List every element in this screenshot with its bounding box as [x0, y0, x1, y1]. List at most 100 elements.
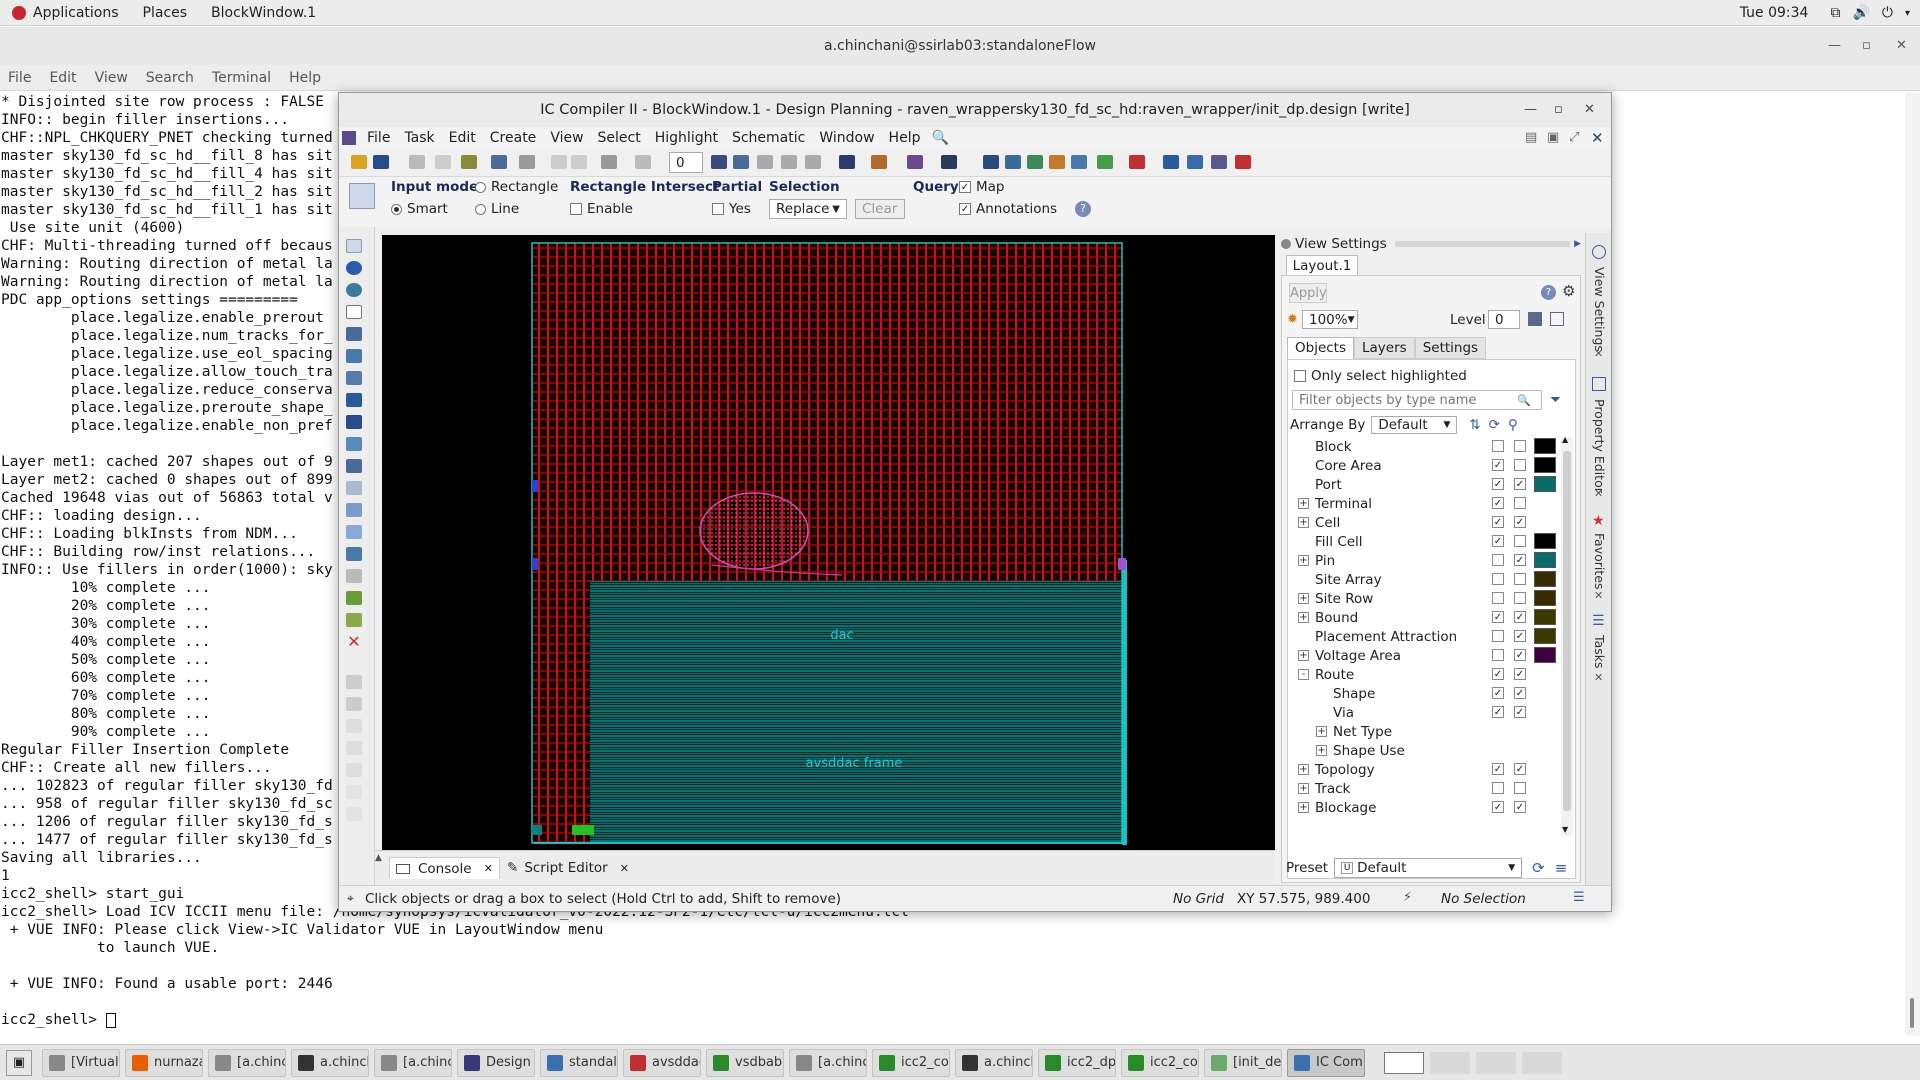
- tab-layout[interactable]: Layout.1: [1286, 255, 1358, 275]
- selectable-checkbox[interactable]: [1514, 782, 1526, 794]
- color-swatch[interactable]: [1534, 552, 1556, 568]
- expand-icon[interactable]: +: [1298, 783, 1309, 794]
- terminal-menu-search[interactable]: Search: [138, 70, 204, 86]
- dock-tasks[interactable]: Tasks: [1592, 635, 1607, 669]
- tree-row[interactable]: Fill Cell ✓: [1294, 532, 1580, 551]
- nav-forward-icon[interactable]: [571, 155, 587, 169]
- icv-icon[interactable]: [1235, 155, 1251, 169]
- tab-layers[interactable]: Layers: [1354, 337, 1415, 359]
- filter-input[interactable]: [1297, 391, 1517, 409]
- color-swatch[interactable]: [1534, 476, 1556, 492]
- taskbar-item[interactable]: a.chinch...: [955, 1048, 1033, 1077]
- expand-icon[interactable]: +: [1298, 498, 1309, 509]
- group-icon[interactable]: [346, 503, 362, 517]
- pattern-icon[interactable]: [346, 569, 362, 583]
- clock[interactable]: Tue 09:34: [1740, 5, 1809, 21]
- close-icon[interactable]: ✕: [1594, 487, 1603, 500]
- refresh-icon[interactable]: ⟳: [1489, 417, 1500, 433]
- visible-checkbox[interactable]: ✓: [1492, 535, 1504, 547]
- line-radio[interactable]: Line: [475, 201, 519, 217]
- terminal-menu-edit[interactable]: Edit: [41, 70, 86, 86]
- measure-icon[interactable]: [346, 785, 362, 799]
- workspace-4[interactable]: [1522, 1051, 1562, 1074]
- zoom-dropdown[interactable]: 100% ▼: [1302, 310, 1358, 329]
- scroll-up-icon[interactable]: ▲: [1562, 435, 1568, 444]
- close-icon[interactable]: ✕: [1594, 347, 1603, 360]
- align-icon[interactable]: [346, 415, 362, 429]
- visible-checkbox[interactable]: ✓: [1492, 668, 1504, 680]
- selectable-checkbox[interactable]: ✓: [1514, 554, 1526, 566]
- close-icon[interactable]: ✕: [1896, 27, 1907, 65]
- sparkle-icon[interactable]: [461, 155, 477, 169]
- network-icon[interactable]: ⧉: [1830, 5, 1840, 21]
- message-icon[interactable]: [839, 155, 855, 169]
- rectangle-tool-icon[interactable]: [346, 305, 362, 319]
- layout-canvas[interactable]: dac avsddac frame: [382, 235, 1275, 850]
- taskbar-item[interactable]: [a.chinc...: [789, 1048, 867, 1077]
- minimize-icon[interactable]: —: [1828, 27, 1841, 65]
- hamburger-icon[interactable]: ≡: [1555, 859, 1568, 877]
- color-swatch[interactable]: [1534, 590, 1556, 606]
- taskbar-item[interactable]: a.chinch...: [291, 1048, 369, 1077]
- taskbar-item[interactable]: [init_de...: [1204, 1048, 1282, 1077]
- scroll-down-icon[interactable]: ▼: [1562, 825, 1568, 834]
- color-swatch[interactable]: [1534, 647, 1556, 663]
- taskbar-item[interactable]: vsdbaby...: [706, 1048, 784, 1077]
- scroll-up-icon[interactable]: ▲: [375, 853, 382, 863]
- list-icon[interactable]: [1211, 155, 1227, 169]
- level-tool-icon[interactable]: [1528, 312, 1542, 326]
- preset-dropdown[interactable]: U Default ▼: [1334, 858, 1523, 878]
- lock-icon[interactable]: [346, 675, 362, 689]
- visible-checkbox[interactable]: ✓: [1492, 687, 1504, 699]
- sort-icon[interactable]: ⇅: [1469, 417, 1480, 433]
- search-icon[interactable]: 🔍: [931, 130, 948, 146]
- brightness-icon[interactable]: ✹: [1287, 312, 1298, 327]
- close-icon[interactable]: ✕: [1594, 671, 1603, 684]
- tree-row[interactable]: Via ✓ ✓: [1294, 703, 1580, 722]
- stretch-icon[interactable]: [346, 349, 362, 363]
- smart-radio[interactable]: Smart: [391, 201, 448, 217]
- menu-highlight[interactable]: Highlight: [648, 130, 725, 146]
- panel-arrow-icon[interactable]: ▶: [1574, 239, 1581, 249]
- rectangle-radio[interactable]: Rectangle: [475, 179, 558, 195]
- chart-icon[interactable]: [907, 155, 923, 169]
- delete-icon[interactable]: [435, 155, 451, 169]
- dock-view-settings[interactable]: View Settings: [1592, 267, 1607, 352]
- tree-row[interactable]: Port ✓ ✓: [1294, 475, 1580, 494]
- view-settings-dock-icon[interactable]: [1592, 245, 1606, 259]
- color-swatch[interactable]: [1534, 438, 1556, 454]
- info-icon[interactable]: [346, 261, 362, 275]
- close-icon[interactable]: ✕: [1584, 93, 1595, 127]
- menu-select[interactable]: Select: [591, 130, 648, 146]
- panel-drag-handle[interactable]: [1394, 241, 1571, 247]
- tab-close-icon[interactable]: ✕: [620, 862, 629, 875]
- visible-checkbox[interactable]: [1492, 573, 1504, 585]
- check-icon[interactable]: [1187, 155, 1203, 169]
- expand-icon[interactable]: +: [1298, 612, 1309, 623]
- status-menu-icon[interactable]: ☰: [1573, 890, 1585, 905]
- apply-button[interactable]: Apply: [1289, 283, 1327, 303]
- help-icon[interactable]: ?: [1075, 201, 1091, 217]
- selectable-checkbox[interactable]: [1514, 573, 1526, 585]
- level-spinbox[interactable]: 0: [669, 152, 703, 173]
- tab-script-editor[interactable]: ✎ Script Editor ✕: [501, 857, 635, 879]
- tree-row[interactable]: + Voltage Area ✓: [1294, 646, 1580, 665]
- selection-dropdown[interactable]: Replace ▼: [769, 199, 847, 219]
- selectable-checkbox[interactable]: ✓: [1514, 516, 1526, 528]
- yes-checkbox[interactable]: Yes: [712, 201, 751, 217]
- panel-collapse-icon[interactable]: [1281, 239, 1291, 249]
- arrange-by-dropdown[interactable]: Default ▼: [1371, 416, 1458, 434]
- taskbar-item[interactable]: avsddac...: [623, 1048, 701, 1077]
- selectable-checkbox[interactable]: ✓: [1514, 630, 1526, 642]
- select-icon[interactable]: [733, 155, 749, 169]
- tasks-icon[interactable]: ☰: [1592, 613, 1605, 629]
- taskbar-item[interactable]: [Virtual ...: [42, 1048, 120, 1077]
- terminal-scrollbar[interactable]: [1905, 93, 1920, 1035]
- ruler-icon[interactable]: [346, 459, 362, 473]
- redo-icon[interactable]: [635, 155, 651, 169]
- tab-objects[interactable]: Objects: [1287, 337, 1355, 359]
- color-swatch[interactable]: [1534, 457, 1556, 473]
- filter-funnel-icon[interactable]: ⏷: [1550, 392, 1561, 408]
- pin-icon[interactable]: ⚲: [1508, 417, 1518, 433]
- layout-toggle-icon[interactable]: ▤: [1525, 130, 1537, 145]
